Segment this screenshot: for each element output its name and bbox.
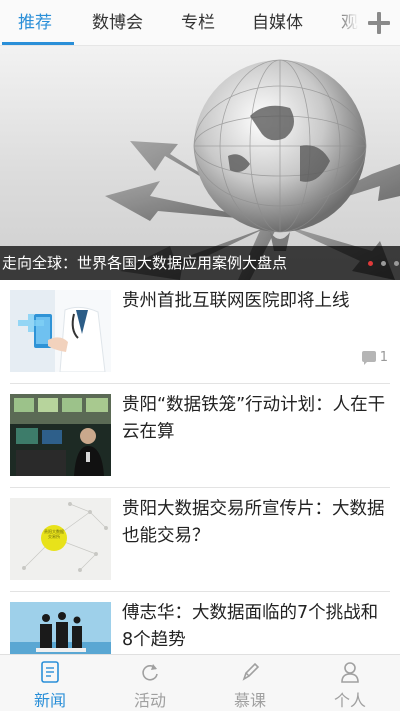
article-title: 贵阳“数据铁笼”行动计划：人在干 云在算 — [122, 395, 386, 442]
article-thumbnail — [10, 290, 111, 372]
tab-expo[interactable]: 数博会 — [92, 0, 143, 46]
article-thumbnail: 贵阳大数据交易所 — [10, 498, 111, 580]
banner-carousel[interactable] — [0, 46, 400, 280]
banner-title[interactable]: 走向全球：世界各国大数据应用案例大盘点 — [2, 246, 287, 280]
globe-illustration — [105, 59, 400, 280]
carousel-dot-3[interactable] — [394, 261, 399, 266]
nav-profile-label: 个人 — [333, 691, 366, 710]
comment-count-value: 1 — [379, 350, 388, 365]
pencil-icon — [242, 662, 260, 681]
tab-view[interactable]: 观 — [341, 0, 358, 46]
nav-mooc-label: 慕课 — [233, 691, 266, 710]
refresh-icon — [142, 664, 158, 681]
plus-icon[interactable] — [362, 6, 396, 40]
carousel-dot-1[interactable] — [368, 261, 373, 266]
nav-news-label: 新闻 — [33, 691, 66, 710]
comment-count: 1 — [361, 350, 388, 365]
tab-self-media[interactable]: 自媒体 — [252, 0, 303, 46]
tab-column[interactable]: 专栏 — [181, 0, 215, 46]
nav-mooc[interactable]: 慕课 — [200, 655, 300, 711]
nav-news[interactable]: 新闻 — [0, 655, 100, 711]
carousel-dot-2[interactable] — [381, 261, 386, 266]
nav-profile[interactable]: 个人 — [300, 655, 400, 711]
article-item[interactable]: 贵州首批互联网医院即将上线 1 — [10, 280, 390, 384]
tab-recommend[interactable]: 推荐 — [18, 0, 52, 46]
nav-activity[interactable]: 活动 — [100, 655, 200, 711]
active-tab-indicator — [2, 42, 74, 45]
article-item[interactable]: 贵阳大数据交易所 贵阳大数据交易所宣传片：大数据也能交易？ — [10, 488, 390, 592]
nav-activity-label: 活动 — [133, 691, 166, 710]
banner-caption-bar: 走向全球：世界各国大数据应用案例大盘点 — [0, 246, 400, 280]
article-title: 傅志华：大数据面临的7个挑战和8个趋势 — [122, 603, 379, 650]
article-title: 贵州首批互联网医院即将上线 — [122, 291, 350, 311]
article-title: 贵阳大数据交易所宣传片：大数据也能交易？ — [122, 499, 385, 546]
thumbnail-caption: 贵阳大数据交易所 — [44, 529, 64, 539]
person-icon — [341, 662, 359, 683]
bottom-nav-bar: 新闻 活动 慕课 个人 — [0, 654, 400, 711]
top-tab-bar: 推荐 数博会 专栏 自媒体 观 — [0, 0, 400, 46]
article-item[interactable]: 贵阳“数据铁笼”行动计划：人在干 云在算 — [10, 384, 390, 488]
article-thumbnail — [10, 394, 111, 476]
comment-icon — [361, 351, 376, 365]
news-icon — [41, 661, 59, 683]
